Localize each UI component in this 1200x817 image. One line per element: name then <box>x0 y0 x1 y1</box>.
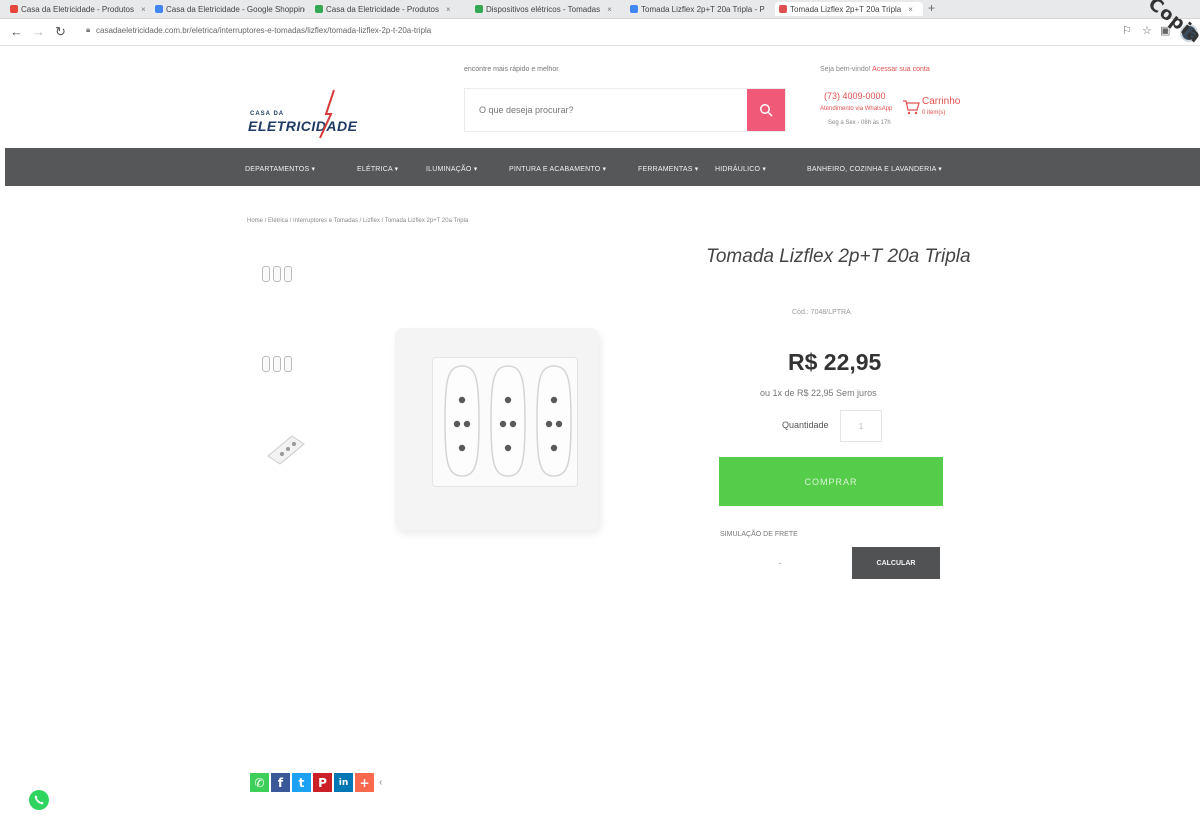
whatsapp-float-button[interactable] <box>29 790 49 810</box>
quantity-label: Quantidade <box>782 420 829 430</box>
reload-icon[interactable]: ↻ <box>55 24 66 40</box>
header-tagline: encontre mais rápido e melhor <box>464 66 559 73</box>
welcome-text: Seja bem-vindo! <box>820 66 871 73</box>
calculate-shipping-button[interactable]: CALCULAR <box>852 547 940 579</box>
browser-tab[interactable]: Casa da Eletricidade - Produtos × <box>10 2 145 16</box>
lightning-bolt-icon <box>319 89 335 139</box>
tab-label: Casa da Eletricidade - Produtos <box>21 4 134 14</box>
phone-icon <box>34 795 44 805</box>
nav-item-iluminacao[interactable]: ILUMINAÇÃO ▾ <box>426 165 477 173</box>
search-box <box>464 88 786 132</box>
browser-tab-active[interactable]: Tomada Lizflex 2p+T 20a Tripla × <box>775 2 923 16</box>
cart-count: 0 item(s) <box>922 110 946 116</box>
whatsapp-share-icon[interactable]: ✆ <box>250 773 269 792</box>
search-input[interactable] <box>465 89 741 131</box>
thumbnail-socket <box>262 356 270 372</box>
login-link[interactable]: Acessar sua conta <box>872 66 930 73</box>
login-line: Seja bem-vindo! Acessar sua conta <box>820 66 930 73</box>
logo-subtitle: CASA DA <box>250 111 285 117</box>
cart-label[interactable]: Carrinho <box>922 96 960 107</box>
close-icon[interactable]: × <box>908 5 913 14</box>
nav-item-banheiro[interactable]: BANHEIRO, COZINHA E LAVANDERIA ▾ <box>807 165 942 173</box>
opening-hours: Seg a Sex - 08h às 17h <box>828 120 891 126</box>
product-price: R$ 22,95 <box>788 349 882 375</box>
translate-icon[interactable]: ⚐ <box>1122 24 1132 37</box>
installment-info: ou 1x de R$ 22,95 Sem juros <box>760 388 877 398</box>
forward-icon[interactable]: → <box>32 24 45 39</box>
twitter-share-icon[interactable]: t <box>292 773 311 792</box>
socket-outlet-icon <box>444 365 480 477</box>
shipping-label: SIMULAÇÃO DE FRETE <box>720 531 798 538</box>
tab-favicon-icon <box>315 5 323 13</box>
close-icon[interactable]: × <box>141 5 145 14</box>
nav-item-eletrica[interactable]: ELÉTRICA ▾ <box>357 165 398 173</box>
linkedin-share-icon[interactable]: in <box>334 773 353 792</box>
nav-item-departamentos[interactable]: DEPARTAMENTOS ▾ <box>245 165 315 173</box>
facebook-share-icon[interactable]: f <box>271 773 290 792</box>
whatsapp-contact[interactable]: Atendimento via WhatsApp <box>820 106 892 112</box>
quantity-input[interactable]: 1 <box>840 410 882 442</box>
cep-input[interactable]: - <box>720 548 840 578</box>
search-icon <box>760 104 773 117</box>
socket-outlet-icon <box>490 365 526 477</box>
breadcrumb[interactable]: Home / Elétrica / Interruptores e Tomada… <box>247 218 468 224</box>
browser-tab[interactable]: Dispositivos elétricos - Tomadas × <box>475 2 620 16</box>
tab-label: Casa da Eletricidade - Google Shopping <box>166 4 305 14</box>
nav-item-hidraulico[interactable]: HIDRÁULICO ▾ <box>715 165 766 173</box>
close-icon[interactable]: × <box>607 5 612 14</box>
thumbnail-socket <box>284 356 292 372</box>
tab-label: Tomada Lizflex 2p+T 20a Tripla <box>790 4 902 14</box>
product-thumbnail[interactable] <box>262 428 310 468</box>
browser-tab[interactable]: Tomada Lizflex 2p+T 20a Tripla - Pesquis… <box>630 2 765 16</box>
tab-favicon-icon <box>630 5 638 13</box>
thumbnail-socket <box>273 356 281 372</box>
tab-label: Dispositivos elétricos - Tomadas <box>486 4 601 14</box>
product-thumbnail[interactable] <box>262 356 306 372</box>
close-icon[interactable]: × <box>446 5 451 14</box>
nav-item-pintura[interactable]: PINTURA E ACABAMENTO ▾ <box>509 165 606 173</box>
tab-favicon-icon <box>779 5 787 13</box>
tab-label: Tomada Lizflex 2p+T 20a Tripla - Pesquis… <box>641 4 765 14</box>
address-bar[interactable]: casadaeletricidade.com.br/eletrica/inter… <box>96 26 431 35</box>
phone-number[interactable]: (73) 4009-0000 <box>824 91 886 101</box>
product-thumbnail[interactable] <box>262 266 306 282</box>
addthis-share-icon[interactable]: + <box>355 773 374 792</box>
tab-label: Casa da Eletricidade - Produtos <box>326 4 439 14</box>
browser-tab[interactable]: Casa da Eletricidade - Produtos × <box>315 2 465 16</box>
pinterest-share-icon[interactable]: P <box>313 773 332 792</box>
cart-icon[interactable] <box>902 99 920 115</box>
product-title: Tomada Lizflex 2p+T 20a Tripla <box>706 246 971 267</box>
browser-toolbar: ← → ↻ 🔒︎ casadaeletricidade.com.br/eletr… <box>0 19 1200 46</box>
product-sku: Cód.: 7048/LPTRA <box>792 309 851 316</box>
browser-tab-strip: Casa da Eletricidade - Produtos × Casa da… <box>0 0 1200 19</box>
nav-item-ferramentas[interactable]: FERRAMENTAS ▾ <box>638 165 698 173</box>
back-icon[interactable]: ← <box>10 24 23 39</box>
share-bar: ✆ f t P in + ‹ <box>250 773 382 792</box>
socket-outlet-icon <box>536 365 572 477</box>
browser-tab[interactable]: Casa da Eletricidade - Google Shopping× <box>155 2 305 16</box>
new-tab-button[interactable]: + <box>928 1 935 15</box>
thumbnail-socket <box>262 266 270 282</box>
buy-button[interactable]: COMPRAR <box>719 457 943 506</box>
thumbnail-socket <box>273 266 281 282</box>
search-button[interactable] <box>747 89 785 131</box>
tab-favicon-icon <box>10 5 18 13</box>
lock-icon[interactable]: 🔒︎ <box>86 25 90 35</box>
star-icon[interactable]: ☆ <box>1142 24 1152 37</box>
thumbnail-socket <box>284 266 292 282</box>
share-more-icon[interactable]: ‹ <box>379 777 382 788</box>
tab-favicon-icon <box>155 5 163 13</box>
tab-favicon-icon <box>475 5 483 13</box>
